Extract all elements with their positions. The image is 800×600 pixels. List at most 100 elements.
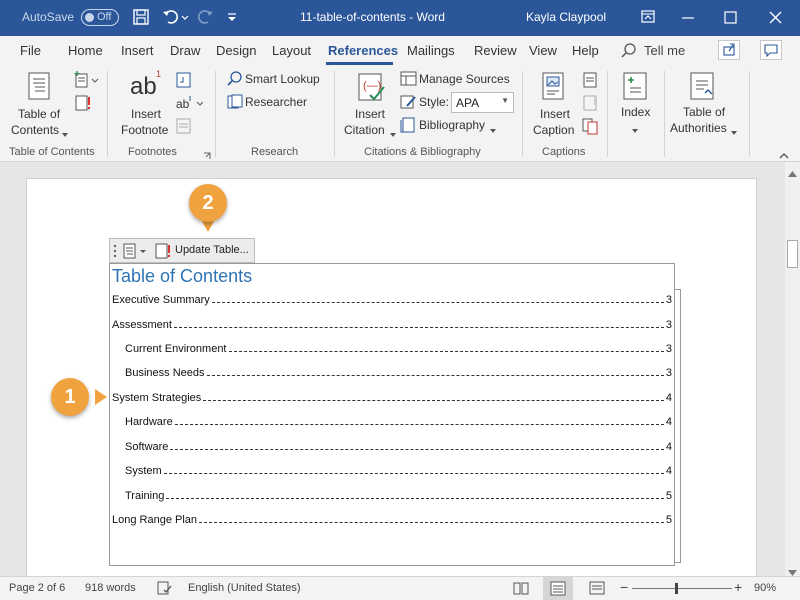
scrollbar-thumb[interactable] bbox=[787, 240, 798, 268]
insert-caption-icon[interactable] bbox=[540, 71, 566, 104]
zoom-slider[interactable] bbox=[632, 583, 732, 594]
update-table-icon[interactable] bbox=[154, 242, 172, 263]
tab-layout[interactable]: Layout bbox=[272, 43, 311, 58]
toggle-knob bbox=[85, 13, 94, 22]
toc-entry[interactable]: Long Range Plan 5 bbox=[112, 510, 672, 526]
tab-home[interactable]: Home bbox=[68, 43, 103, 58]
ribbon-display-options-icon[interactable] bbox=[628, 0, 668, 36]
bibliography-dropdown-icon[interactable] bbox=[490, 123, 496, 137]
toc-group-label: Table of Contents bbox=[9, 146, 95, 158]
authorities-line2[interactable]: Authorities bbox=[670, 121, 727, 135]
index-dropdown-icon[interactable] bbox=[632, 123, 638, 137]
page-count[interactable]: Page 2 of 6 bbox=[9, 582, 65, 594]
minimize-icon[interactable] bbox=[668, 0, 708, 36]
close-icon[interactable] bbox=[756, 0, 796, 36]
bibliography-icon[interactable] bbox=[400, 117, 418, 136]
update-table-button[interactable]: Update Table... bbox=[175, 244, 249, 256]
toc-menu-icon[interactable] bbox=[122, 242, 150, 263]
insert-citation-dropdown-icon[interactable] bbox=[390, 127, 396, 141]
toc-entry[interactable]: Training 5 bbox=[112, 486, 672, 502]
insert-footnote-line1[interactable]: Insert bbox=[131, 107, 161, 121]
insert-citation-icon[interactable]: (—) bbox=[356, 71, 386, 106]
toc-entry[interactable]: Software 4 bbox=[112, 437, 672, 453]
user-name[interactable]: Kayla Claypool bbox=[526, 10, 606, 24]
tab-review[interactable]: Review bbox=[474, 43, 517, 58]
smart-lookup-icon[interactable] bbox=[226, 71, 244, 90]
proofing-icon[interactable] bbox=[157, 581, 173, 598]
toc-entry[interactable]: System 4 bbox=[112, 461, 672, 477]
scroll-up-icon[interactable] bbox=[788, 166, 797, 180]
toc-dropdown-icon[interactable] bbox=[62, 127, 68, 141]
share-icon[interactable] bbox=[718, 40, 740, 60]
maximize-icon[interactable] bbox=[710, 0, 750, 36]
save-icon[interactable] bbox=[130, 6, 152, 28]
researcher-label[interactable]: Researcher bbox=[245, 95, 307, 109]
print-layout-icon[interactable] bbox=[543, 577, 573, 600]
smart-lookup-label[interactable]: Smart Lookup bbox=[245, 72, 320, 86]
tell-me-search[interactable]: Tell me bbox=[620, 42, 685, 63]
citation-style-select[interactable]: APA ▼ bbox=[451, 92, 514, 113]
show-notes-icon[interactable] bbox=[175, 117, 193, 138]
tab-file[interactable]: File bbox=[20, 43, 41, 58]
update-table-icon[interactable] bbox=[74, 94, 92, 115]
insert-table-of-figures-icon[interactable] bbox=[581, 71, 599, 92]
bibliography-label[interactable]: Bibliography bbox=[419, 118, 485, 132]
insert-citation-line2[interactable]: Citation bbox=[344, 123, 385, 137]
researcher-icon[interactable] bbox=[226, 94, 244, 113]
comments-icon[interactable] bbox=[760, 40, 782, 60]
vertical-scrollbar[interactable] bbox=[785, 162, 800, 576]
mark-citation-icon[interactable] bbox=[688, 71, 718, 104]
tab-draw[interactable]: Draw bbox=[170, 43, 200, 58]
authorities-dropdown-icon[interactable] bbox=[731, 125, 737, 139]
authorities-line1[interactable]: Table of bbox=[683, 105, 725, 119]
toc-entry[interactable]: System Strategies 4 bbox=[112, 388, 672, 404]
update-table-of-figures-icon[interactable] bbox=[581, 94, 599, 115]
toc-entry[interactable]: Executive Summary 3 bbox=[112, 290, 672, 306]
tab-references[interactable]: References bbox=[328, 43, 398, 58]
footnotes-dialog-launcher-icon[interactable] bbox=[203, 149, 211, 163]
zoom-slider-thumb[interactable] bbox=[674, 583, 678, 594]
insert-footnote-line2[interactable]: Footnote bbox=[121, 123, 168, 137]
toc-entry[interactable]: Business Needs 3 bbox=[112, 363, 672, 379]
toc-entry[interactable]: Current Environment 3 bbox=[112, 339, 672, 355]
zoom-level[interactable]: 90% bbox=[754, 582, 776, 594]
toc-entry[interactable]: Hardware 4 bbox=[112, 412, 672, 428]
word-count[interactable]: 918 words bbox=[85, 582, 136, 594]
collapse-ribbon-icon[interactable] bbox=[778, 149, 790, 163]
read-mode-icon[interactable] bbox=[513, 581, 529, 598]
index-label[interactable]: Index bbox=[621, 105, 650, 119]
toc-entry-page: 3 bbox=[665, 319, 672, 331]
customize-quick-access-icon[interactable] bbox=[224, 6, 240, 28]
toc-button-line1[interactable]: Table of bbox=[18, 107, 60, 121]
manage-sources-label[interactable]: Manage Sources bbox=[419, 72, 510, 86]
tab-mailings[interactable]: Mailings bbox=[407, 43, 455, 58]
toc-entry[interactable]: Assessment 3 bbox=[112, 315, 672, 331]
toc-button-line2[interactable]: Contents bbox=[11, 123, 59, 137]
next-footnote-icon[interactable]: ab bbox=[175, 94, 204, 115]
toc-field-bracket bbox=[675, 289, 681, 563]
tab-view[interactable]: View bbox=[529, 43, 557, 58]
insert-endnote-icon[interactable] bbox=[175, 71, 193, 92]
insert-citation-line1[interactable]: Insert bbox=[355, 107, 385, 121]
redo-icon[interactable] bbox=[194, 6, 216, 28]
toc-leader bbox=[203, 400, 664, 401]
drag-handle-icon[interactable] bbox=[113, 243, 117, 262]
tab-help[interactable]: Help bbox=[572, 43, 599, 58]
insert-caption-line1[interactable]: Insert bbox=[540, 107, 570, 121]
zoom-in-icon[interactable]: + bbox=[734, 579, 742, 595]
add-text-icon[interactable] bbox=[74, 71, 100, 92]
cross-reference-icon[interactable] bbox=[581, 117, 599, 138]
autosave-toggle[interactable]: Off bbox=[81, 9, 119, 26]
web-layout-icon[interactable] bbox=[589, 581, 605, 598]
language[interactable]: English (United States) bbox=[188, 582, 301, 594]
manage-sources-icon[interactable] bbox=[400, 71, 418, 90]
undo-icon[interactable] bbox=[160, 6, 182, 28]
zoom-out-icon[interactable]: − bbox=[620, 579, 628, 595]
insert-caption-line2[interactable]: Caption bbox=[533, 123, 574, 137]
insert-footnote-icon[interactable]: ab bbox=[130, 73, 157, 101]
undo-dropdown-icon[interactable] bbox=[180, 6, 190, 28]
mark-entry-icon[interactable] bbox=[621, 71, 649, 104]
tab-insert[interactable]: Insert bbox=[121, 43, 154, 58]
tab-design[interactable]: Design bbox=[216, 43, 256, 58]
table-of-contents-icon[interactable] bbox=[26, 71, 52, 104]
